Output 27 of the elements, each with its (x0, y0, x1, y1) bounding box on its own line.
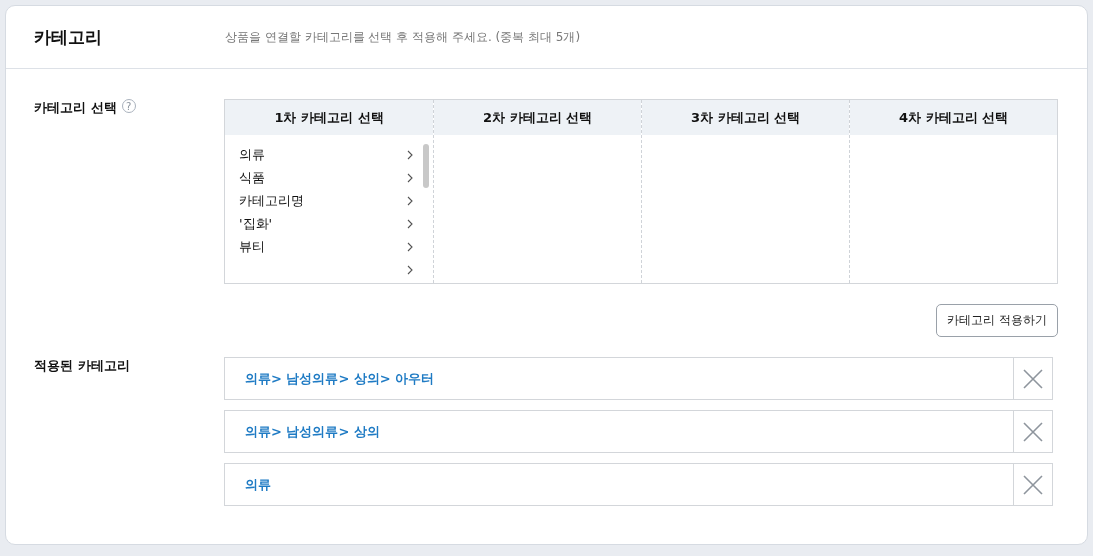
category-item[interactable]: 식품 (239, 168, 407, 187)
chevron-right-icon[interactable] (407, 195, 413, 206)
category-path: 의류> 남성의류> 상의> 아우터 (245, 369, 435, 388)
field-label: 적용된 카테고리 (34, 357, 130, 375)
close-icon (1023, 368, 1043, 389)
chevron-right-icon[interactable] (407, 172, 413, 183)
chevron-right-icon[interactable] (407, 149, 413, 160)
field-label: 카테고리 선택 (34, 99, 117, 117)
section-title: 카테고리 (34, 25, 103, 49)
column-header: 4차 카테고리 선택 (850, 100, 1057, 135)
scrollbar[interactable] (423, 144, 429, 188)
column-header: 1차 카테고리 선택 (225, 100, 433, 135)
chevron-right-icon[interactable] (407, 241, 413, 252)
column-header: 2차 카테고리 선택 (434, 100, 641, 135)
close-icon (1023, 421, 1043, 442)
chevron-right-icon[interactable] (407, 218, 413, 229)
category-path: 의류> 남성의류> 상의 (245, 422, 380, 441)
category-item[interactable]: 의류 (239, 145, 407, 164)
apply-category-button[interactable]: 카테고리 적용하기 (936, 304, 1058, 337)
close-icon (1023, 474, 1043, 495)
column-header: 3차 카테고리 선택 (642, 100, 849, 135)
section-description: 상품을 연결할 카테고리를 선택 후 적용해 주세요. (중복 최대 5개) (225, 28, 581, 46)
category-item[interactable]: '집화' (239, 214, 407, 233)
category-item[interactable]: 뷰티 (239, 237, 407, 256)
chevron-right-icon[interactable] (407, 264, 413, 275)
category-item[interactable]: 카테고리명 (239, 191, 407, 210)
category-path: 의류 (245, 475, 271, 494)
